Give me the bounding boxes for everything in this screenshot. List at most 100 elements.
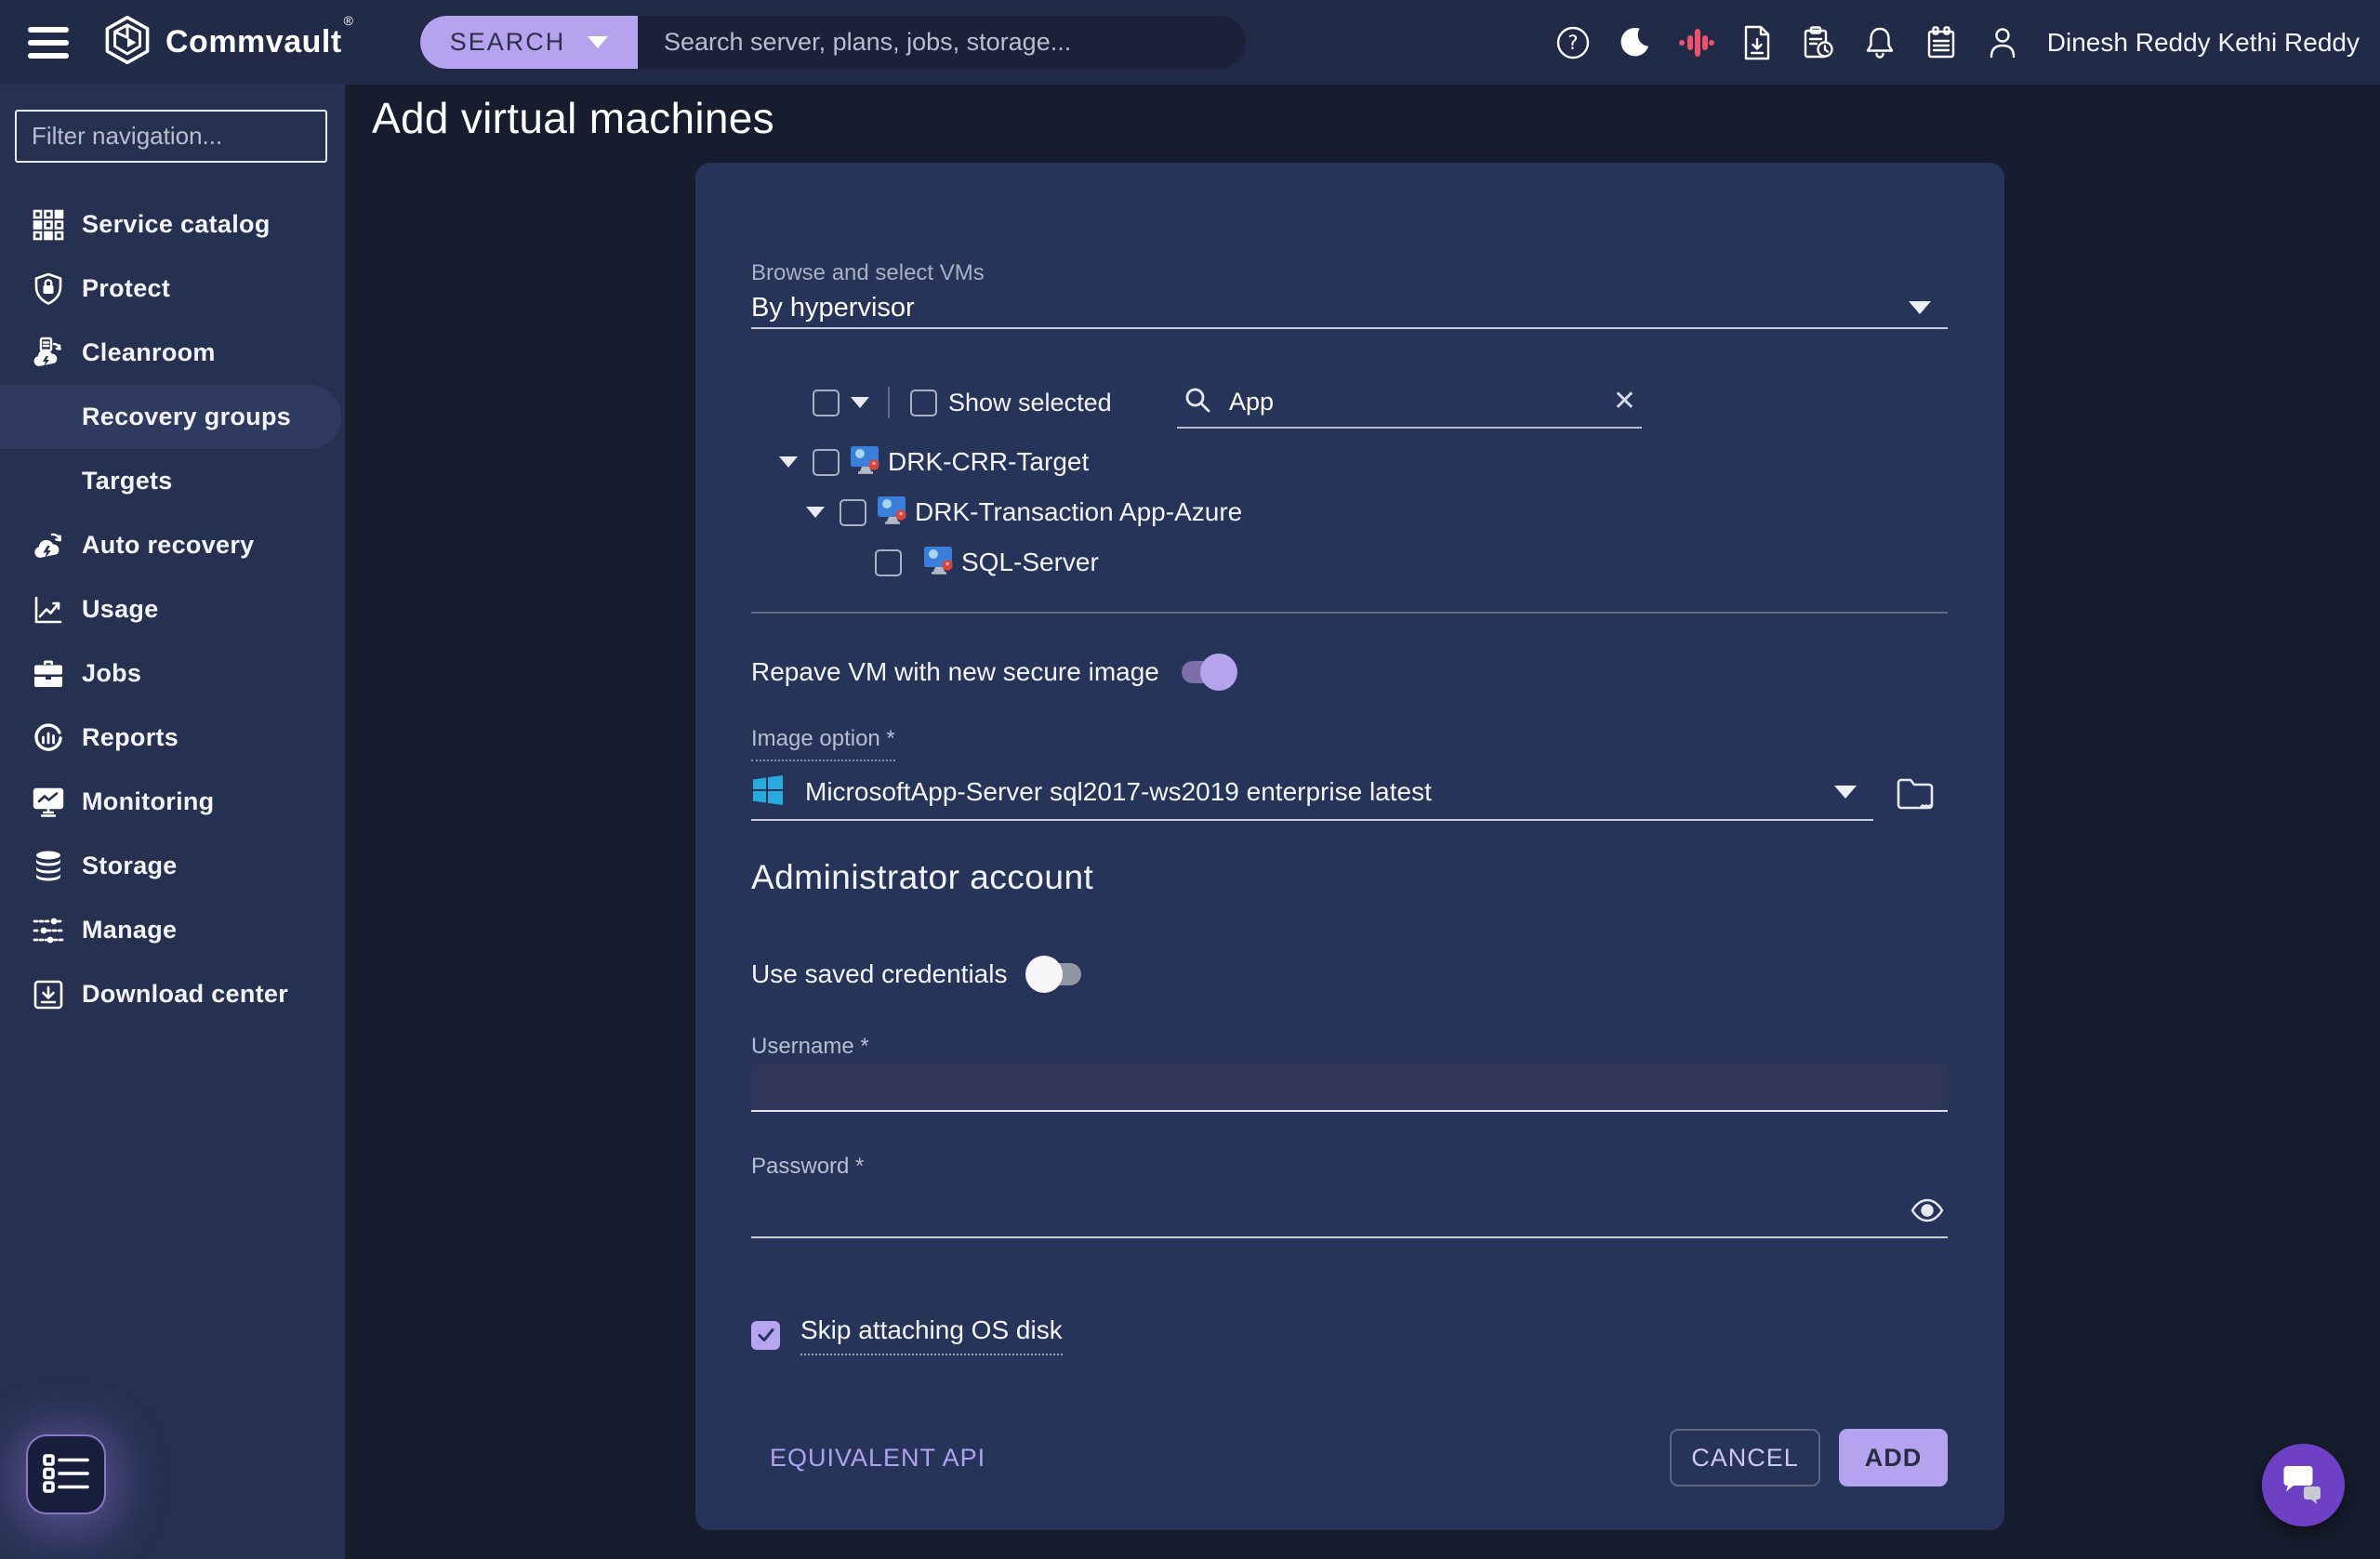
add-vm-form-card: Browse and select VMs By hypervisor Show… (695, 163, 2004, 1530)
job-schedule-icon[interactable] (1796, 20, 1841, 65)
repave-row: Repave VM with new secure image (751, 647, 1237, 697)
admin-account-heading: Administrator account (751, 858, 1093, 897)
sidebar-item-label: Recovery groups (82, 403, 291, 431)
vm-checkbox[interactable] (813, 449, 840, 476)
cloud-recovery-icon (30, 529, 67, 562)
password-label: Password * (751, 1154, 864, 1180)
tree-row[interactable]: DRK-Transaction App-Azure (751, 487, 1948, 537)
sidebar-item-label: Storage (82, 852, 178, 880)
vm-tree-search-value[interactable]: App (1229, 388, 1274, 416)
assistant-waveform-icon[interactable] (1673, 20, 1718, 65)
sidebar-item-service-catalog[interactable]: Service catalog (0, 192, 345, 257)
sidebar-item-targets[interactable]: Targets (0, 449, 345, 513)
grid-icon (30, 209, 67, 241)
sidebar-item-manage[interactable]: Manage (0, 898, 345, 962)
sidebar-item-label: Reports (82, 723, 178, 752)
page-title: Add virtual machines (372, 93, 774, 143)
global-search-input[interactable] (638, 16, 1246, 69)
select-all-checkbox[interactable] (813, 390, 840, 416)
sidebar-item-cleanroom[interactable]: Cleanroom (0, 321, 345, 385)
notifications-bell-icon[interactable] (1858, 20, 1902, 65)
chat-bubbles-icon (2281, 1462, 2327, 1508)
skip-os-disk-row: Skip attaching OS disk (751, 1310, 1063, 1360)
topbar: Commvault® SEARCH ? (0, 0, 2380, 85)
show-selected-label: Show selected (948, 389, 1112, 417)
browse-mode-value: By hypervisor (751, 293, 915, 324)
expand-caret-icon[interactable] (779, 456, 798, 468)
sidebar-item-label: Service catalog (82, 210, 271, 239)
vm-tree-search[interactable]: App ✕ (1177, 377, 1642, 429)
add-button[interactable]: ADD (1839, 1429, 1948, 1486)
global-search: SEARCH (420, 16, 1246, 69)
vm-name: DRK-CRR-Target (888, 447, 1089, 477)
svg-text:?: ? (1567, 32, 1578, 54)
sidebar-item-reports[interactable]: Reports (0, 706, 345, 770)
sidebar-item-label: Monitoring (82, 787, 214, 816)
select-all-caret-icon[interactable] (851, 397, 869, 408)
chevron-down-icon (1909, 301, 1931, 314)
repave-toggle[interactable] (1178, 653, 1237, 692)
sidebar-item-auto-recovery[interactable]: Auto recovery (0, 513, 345, 577)
nav-list: Service catalog Protect (0, 192, 345, 1026)
password-field[interactable] (751, 1182, 1885, 1235)
vm-name: SQL-Server (961, 548, 1099, 577)
dark-mode-moon-icon[interactable] (1612, 20, 1657, 65)
search-scope-button[interactable]: SEARCH (420, 16, 638, 69)
vm-name: DRK-Transaction App-Azure (915, 497, 1242, 527)
tree-row[interactable]: SQL-Server (751, 537, 1948, 588)
usage-chart-icon (30, 594, 67, 626)
menu-icon[interactable] (28, 27, 69, 59)
username-field[interactable] (751, 1063, 1948, 1112)
vm-icon (922, 544, 956, 582)
event-log-icon[interactable] (1919, 20, 1964, 65)
show-password-eye-icon[interactable] (1907, 1191, 1948, 1232)
browse-mode-select[interactable]: By hypervisor (751, 288, 1948, 329)
search-icon (1183, 385, 1212, 419)
main-content: Add virtual machines Browse and select V… (345, 85, 2380, 1559)
vm-icon (849, 443, 882, 482)
filter-navigation-input[interactable] (15, 110, 327, 163)
browse-image-folder-icon[interactable] (1893, 773, 1937, 817)
sidebar-item-download-center[interactable]: Download center (0, 962, 345, 1026)
repave-label: Repave VM with new secure image (751, 657, 1159, 687)
image-option-label: Image option * (751, 726, 895, 761)
form-footer: EQUIVALENT API CANCEL ADD (751, 1429, 1948, 1486)
logo-text: Commvault (165, 24, 342, 59)
quick-actions-list-button[interactable] (26, 1434, 106, 1514)
report-donut-icon (30, 721, 67, 755)
user-icon[interactable] (1980, 20, 2025, 65)
commvault-hexagon-icon (102, 15, 152, 70)
tree-row[interactable]: DRK-CRR-Target (751, 437, 1948, 487)
sidebar-item-jobs[interactable]: Jobs (0, 641, 345, 706)
skip-os-disk-label[interactable]: Skip attaching OS disk (800, 1315, 1063, 1355)
sidebar-item-recovery-groups[interactable]: Recovery groups (0, 385, 341, 449)
sidebar-item-usage[interactable]: Usage (0, 577, 345, 641)
report-download-icon[interactable] (1735, 20, 1779, 65)
cancel-button[interactable]: CANCEL (1670, 1429, 1820, 1486)
monitor-chart-icon (30, 786, 67, 818)
equivalent-api-link[interactable]: EQUIVALENT API (770, 1444, 985, 1473)
show-selected-checkbox[interactable] (910, 390, 937, 416)
skip-os-disk-checkbox[interactable] (751, 1321, 780, 1350)
commvault-logo: Commvault® (102, 15, 353, 70)
username-label: Username * (751, 1034, 869, 1060)
sliders-icon (30, 915, 67, 946)
sidebar-item-protect[interactable]: Protect (0, 257, 345, 321)
database-icon (30, 850, 67, 883)
vm-tree-toolbar: Show selected App ✕ (751, 375, 1948, 430)
vm-checkbox[interactable] (875, 549, 902, 576)
vm-checkbox[interactable] (840, 499, 866, 526)
user-name[interactable]: Dinesh Reddy Kethi Reddy (2047, 28, 2360, 58)
clear-search-icon[interactable]: ✕ (1613, 388, 1636, 416)
sidebar-item-label: Usage (82, 595, 159, 624)
sidebar-item-storage[interactable]: Storage (0, 834, 345, 898)
sidebar-item-label: Cleanroom (82, 338, 216, 367)
expand-caret-icon[interactable] (806, 507, 825, 518)
chat-support-button[interactable] (2262, 1444, 2345, 1526)
chevron-down-icon (1834, 786, 1857, 799)
download-box-icon (30, 979, 67, 1011)
sidebar-item-monitoring[interactable]: Monitoring (0, 770, 345, 834)
saved-credentials-toggle[interactable] (1025, 955, 1085, 994)
help-icon[interactable]: ? (1551, 20, 1595, 65)
image-option-select[interactable]: MicrosoftApp-Server sql2017-ws2019 enter… (751, 765, 1873, 821)
